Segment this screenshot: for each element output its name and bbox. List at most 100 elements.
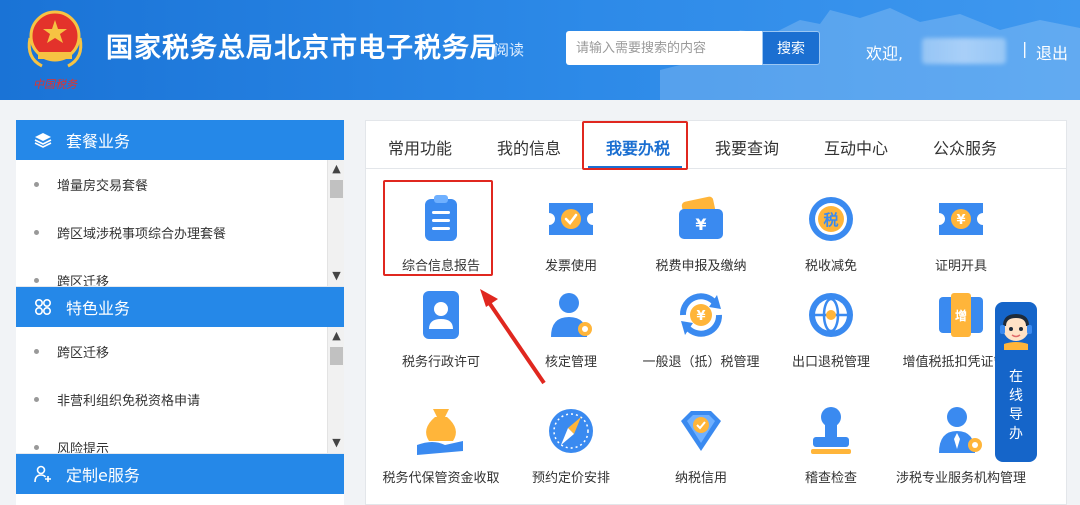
welcome-text: 欢迎, [866,44,904,63]
bullet [34,229,39,235]
emblem-caption: 中国税务 [33,78,78,91]
grid-icon [34,298,52,316]
tax-relief-icon: 税 [809,197,853,241]
invoice-check-icon [549,203,593,235]
sidebar-item[interactable]: 风险提示 [16,423,344,454]
sidebar-section-title: 定制e服务 [66,466,140,485]
yuan-ticket-icon: ¥ [939,203,983,235]
main-panel: 常用功能 我的信息 我要办税 我要查询 互动中心 公众服务 综合信息报告 发票使… [365,120,1067,505]
read-link[interactable]: 阅读 [494,39,524,60]
sidebar-section-title: 特色业务 [66,299,131,318]
service-label: 核定管理 [544,355,597,370]
globe-icon [809,293,853,337]
service-label: 发票使用 [544,259,597,274]
sidebar-item-label: 增量房交易套餐 [57,178,149,194]
sidebar-section-title: 套餐业务 [66,132,131,151]
scroll-down-icon[interactable]: ▼ [328,434,344,451]
logout-link[interactable]: 退出 [1036,40,1068,64]
yuan-card-icon: ¥ [679,196,723,239]
tab-interaction[interactable]: 互动中心 [824,135,888,159]
service-item[interactable]: 预约定价安排 [506,403,636,488]
sidebar-item[interactable]: 跨区域涉税事项综合办理套餐 [16,208,344,256]
tab-public-service[interactable]: 公众服务 [933,135,997,159]
service-item[interactable]: 核定管理 [506,287,636,372]
sidebar-list-package: 增量房交易套餐 跨区域涉税事项综合办理套餐 跨区迁移 ▲ ▼ [16,160,344,287]
sidebar-section-package[interactable]: 套餐业务 [16,120,344,160]
sidebar-scrollbar[interactable]: ▲ ▼ [327,327,344,453]
service-item[interactable]: 纳税信用 [636,403,766,488]
scroll-down-icon[interactable]: ▼ [328,267,344,284]
sidebar-item-label: 非营利组织免税资格申请 [57,393,201,409]
scroll-thumb[interactable] [330,347,343,365]
service-item[interactable]: ¥ 税费申报及缴纳 [636,191,766,276]
service-item[interactable]: ¥ 一般退（抵）税管理 [636,287,766,372]
service-label: 证明开具 [934,259,987,274]
sidebar-item[interactable]: 增量房交易套餐 [16,160,344,208]
bullet [34,181,39,187]
service-label: 税收减免 [804,259,857,274]
tab-query[interactable]: 我要查询 [715,135,779,159]
service-label: 稽查检查 [804,471,857,486]
service-item[interactable]: 出口退税管理 [766,287,896,372]
online-guide-label: 在线导办 [995,368,1037,444]
sidebar-item-label: 跨区域涉税事项综合办理套餐 [57,226,227,242]
tab-common[interactable]: 常用功能 [388,135,452,159]
bullet [34,396,39,402]
compass-icon [549,409,593,453]
sidebar-item[interactable]: 跨区迁移 [16,256,344,287]
search-input[interactable] [566,31,763,65]
service-item[interactable]: 税 税收减免 [766,191,896,276]
item-highlight-box [383,180,493,276]
bullet [34,348,39,354]
svg-text:¥: ¥ [696,309,705,324]
service-label: 一般退（抵）税管理 [642,355,760,370]
tab-my-info[interactable]: 我的信息 [497,135,561,159]
sidebar-section-custom[interactable]: 定制e服务 [16,454,344,494]
svg-text:¥: ¥ [695,215,706,234]
tab-bar: 常用功能 我的信息 我要办税 我要查询 互动中心 公众服务 [366,121,1066,170]
site-title: 国家税务总局北京市电子税务局 [106,33,498,64]
money-bag-icon [417,409,463,455]
search-button[interactable]: 搜索 [762,31,820,65]
sidebar-item-label: 跨区迁移 [57,274,110,287]
svg-text:增: 增 [955,308,967,323]
online-guide-text: 在线导办 [1009,369,1023,442]
sidebar-item-label: 风险提示 [57,441,110,454]
service-item[interactable]: 稽查检查 [766,403,896,488]
scroll-thumb[interactable] [330,180,343,198]
diamond-check-icon [681,411,721,451]
service-item[interactable]: 税务代保管资金收取 [376,403,506,488]
sidebar-scrollbar[interactable]: ▲ ▼ [327,160,344,286]
sidebar-item[interactable]: 跨区迁移 [16,327,344,375]
headset-avatar-icon [1000,314,1032,350]
service-label: 纳税信用 [674,471,727,486]
service-label: 税务行政许可 [401,355,480,370]
tab-highlight-box [582,121,688,170]
scroll-up-icon[interactable]: ▲ [328,327,344,344]
sidebar-section-featured[interactable]: 特色业务 [16,287,344,327]
service-item[interactable]: 发票使用 [506,191,636,276]
service-item[interactable]: ¥ 证明开具 [896,191,1026,276]
sidebar: 套餐业务 增量房交易套餐 跨区域涉税事项综合办理套餐 跨区迁移 ▲ ▼ 特色业务… [16,120,344,505]
service-label: 出口退税管理 [791,355,870,370]
service-label: 预约定价安排 [531,471,610,486]
yuan-refresh-icon: ¥ [680,293,722,337]
sidebar-item[interactable]: 非营利组织免税资格申请 [16,375,344,423]
header-separator: | [1022,39,1028,58]
user-gear-icon [551,293,592,337]
service-item[interactable]: 税务行政许可 [376,287,506,372]
stamp-icon [811,407,851,454]
vat-doc-icon: 增 [939,293,983,337]
username-masked [922,38,1006,64]
bullet [34,444,39,450]
svg-text:税: 税 [823,211,838,229]
sidebar-item-label: 跨区迁移 [57,345,110,361]
scroll-up-icon[interactable]: ▲ [328,160,344,177]
sidebar-list-featured: 跨区迁移 非营利组织免税资格申请 风险提示 ▲ ▼ [16,327,344,454]
service-label: 税费申报及缴纳 [655,259,747,274]
svg-text:¥: ¥ [956,213,965,228]
tax-emblem-logo: 中国税务 [27,10,83,91]
layers-icon [34,131,52,149]
online-guide-button[interactable]: 在线导办 [995,302,1037,462]
user-plus-icon [34,465,52,483]
